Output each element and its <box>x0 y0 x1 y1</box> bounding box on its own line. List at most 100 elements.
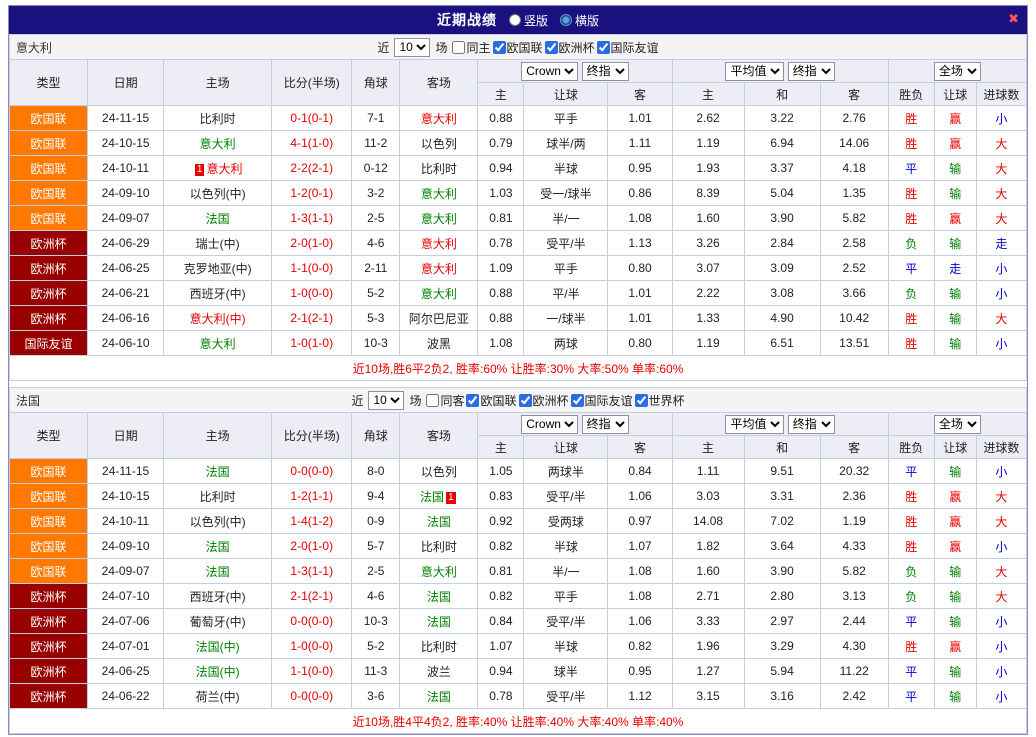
bookmaker-select[interactable]: Crown <box>521 415 578 434</box>
avg-draw-cell: 2.80 <box>744 584 820 609</box>
team-name: 比利时 <box>421 162 457 176</box>
odds-home-cell: 0.94 <box>478 156 524 181</box>
home-team-cell: 法国(中) <box>164 659 272 684</box>
avg-home-cell: 8.39 <box>672 181 744 206</box>
away-team-cell: 以色列 <box>400 131 478 156</box>
filter-checkbox[interactable] <box>571 394 584 407</box>
odds-ref-select[interactable]: 终指 <box>582 62 629 81</box>
odds-ref-select[interactable]: 终指 <box>582 415 629 434</box>
filter-checkbox[interactable] <box>519 394 532 407</box>
team-name: 意大利 <box>200 137 236 151</box>
goals-result-cell: 小 <box>976 659 1026 684</box>
away-team-cell: 意大利 <box>400 559 478 584</box>
avg-home-cell: 1.33 <box>672 306 744 331</box>
odds-home-cell: 1.07 <box>478 634 524 659</box>
match-row: 欧国联24-10-111意大利2-2(2-1)0-12比利时0.94半球0.95… <box>10 156 1027 181</box>
filter-option[interactable]: 世界杯 <box>635 392 685 409</box>
layout-horizontal-option[interactable]: 横版 <box>560 12 599 29</box>
result-cell: 负 <box>888 281 934 306</box>
fulltime-select[interactable]: 全场 <box>934 62 981 81</box>
avg-ref-select[interactable]: 终指 <box>788 62 835 81</box>
fulltime-select[interactable]: 全场 <box>934 415 981 434</box>
avg-draw-cell: 6.51 <box>744 331 820 356</box>
near-count-select[interactable]: 10 <box>368 391 404 410</box>
away-team-cell: 以色列 <box>400 459 478 484</box>
avg-ref-select[interactable]: 终指 <box>788 415 835 434</box>
vertical-radio[interactable] <box>509 14 521 26</box>
layout-vertical-option[interactable]: 竖版 <box>509 12 548 29</box>
score-cell: 1-3(1-1) <box>272 559 352 584</box>
avg-select[interactable]: 平均值 <box>725 62 784 81</box>
date-cell: 24-09-10 <box>88 534 164 559</box>
filter-option[interactable]: 欧洲杯 <box>519 392 569 409</box>
date-cell: 24-06-21 <box>88 281 164 306</box>
fulltime-group-header: 全场 <box>888 60 1026 83</box>
handicap-cell: 半球 <box>524 534 608 559</box>
date-cell: 24-11-15 <box>88 459 164 484</box>
avg-away-cell: 2.44 <box>820 609 888 634</box>
away-team-cell: 法国 <box>400 684 478 709</box>
filter-checkbox[interactable] <box>426 394 439 407</box>
games-label: 场 <box>409 392 421 409</box>
near-count-select[interactable]: 10 <box>394 38 430 57</box>
match-row: 欧国联24-10-15意大利4-1(1-0)11-2以色列0.79球半/两1.1… <box>10 131 1027 156</box>
handicap-cell: 受平/半 <box>524 609 608 634</box>
section-header-italy: 意大利 近 10 场 同主欧国联欧洲杯国际友谊 <box>9 34 1027 59</box>
odds-away-cell: 0.95 <box>608 156 672 181</box>
home-team-cell: 法国(中) <box>164 634 272 659</box>
col-avg-draw: 和 <box>744 83 820 106</box>
avg-select[interactable]: 平均值 <box>725 415 784 434</box>
handicap-cell: 受两球 <box>524 509 608 534</box>
result-cell: 胜 <box>888 131 934 156</box>
odds-home-cell: 0.81 <box>478 559 524 584</box>
away-team-cell: 法国 <box>400 609 478 634</box>
col-avg-home: 主 <box>672 83 744 106</box>
away-team-cell: 比利时 <box>400 634 478 659</box>
team-name: 西班牙(中) <box>190 287 246 301</box>
col-score: 比分(半场) <box>272 413 352 459</box>
handicap-cell: 受平/半 <box>524 484 608 509</box>
filter-label: 世界杯 <box>649 392 685 409</box>
home-team-cell: 法国 <box>164 206 272 231</box>
away-team-cell: 意大利 <box>400 106 478 131</box>
league-cell: 欧国联 <box>10 106 88 131</box>
team-name: 波兰 <box>427 665 451 679</box>
date-cell: 24-07-06 <box>88 609 164 634</box>
filter-checkbox[interactable] <box>493 41 506 54</box>
match-row: 欧国联24-09-10以色列(中)1-2(0-1)3-2意大利1.03受一/球半… <box>10 181 1027 206</box>
filter-option[interactable]: 欧洲杯 <box>545 39 595 56</box>
filter-option[interactable]: 欧国联 <box>466 392 516 409</box>
filter-checkbox[interactable] <box>452 41 465 54</box>
corner-cell: 11-3 <box>352 659 400 684</box>
filter-option[interactable]: 国际友谊 <box>597 39 659 56</box>
filter-option[interactable]: 同客 <box>426 392 464 409</box>
section-france: 法国 近 10 场 同客欧国联欧洲杯国际友谊世界杯 类型 日期 <box>9 387 1027 734</box>
match-row: 欧国联24-10-15比利时1-2(1-1)9-4法国10.83受平/半1.06… <box>10 484 1027 509</box>
home-team-cell: 意大利(中) <box>164 306 272 331</box>
match-row: 欧洲杯24-07-01法国(中)1-0(0-0)5-2比利时1.07半球0.82… <box>10 634 1027 659</box>
close-icon[interactable]: ✖ <box>1008 11 1019 27</box>
handicap-result-cell: 赢 <box>934 484 976 509</box>
filter-checkbox[interactable] <box>597 41 610 54</box>
vertical-radio-label: 竖版 <box>524 12 548 29</box>
filter-option[interactable]: 同主 <box>452 39 490 56</box>
filter-option[interactable]: 欧国联 <box>493 39 543 56</box>
league-cell: 欧国联 <box>10 131 88 156</box>
near-label: 近 <box>377 39 389 56</box>
filter-checkbox[interactable] <box>466 394 479 407</box>
team-name: 波黑 <box>427 337 451 351</box>
filter-checkbox[interactable] <box>635 394 648 407</box>
goals-result-cell: 小 <box>976 331 1026 356</box>
odds-away-cell: 0.84 <box>608 459 672 484</box>
col-avg-away: 客 <box>820 83 888 106</box>
filter-option[interactable]: 国际友谊 <box>571 392 633 409</box>
league-cell: 欧洲杯 <box>10 609 88 634</box>
away-team-cell: 波兰 <box>400 659 478 684</box>
corner-cell: 4-6 <box>352 584 400 609</box>
rank-badge: 1 <box>446 492 456 504</box>
away-team-cell: 意大利 <box>400 256 478 281</box>
filter-checkbox[interactable] <box>545 41 558 54</box>
avg-home-cell: 1.96 <box>672 634 744 659</box>
horizontal-radio[interactable] <box>560 14 572 26</box>
bookmaker-select[interactable]: Crown <box>521 62 578 81</box>
